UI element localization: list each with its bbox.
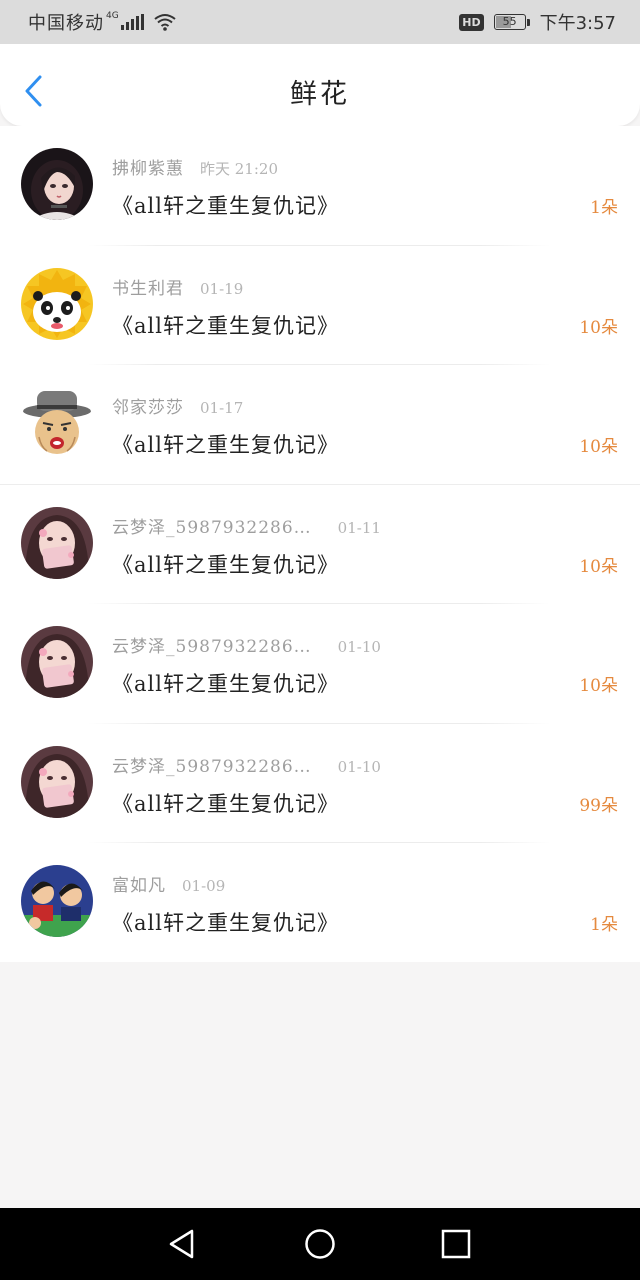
username[interactable]: 云梦泽_5987932286… — [112, 637, 312, 657]
username[interactable]: 书生利君 — [112, 279, 184, 299]
avatar[interactable] — [21, 745, 93, 818]
avatar[interactable] — [21, 626, 93, 698]
username[interactable]: 云梦泽_5987932286… — [112, 757, 312, 777]
battery-icon: 55 — [493, 14, 530, 30]
list-item[interactable]: 云梦泽_5987932286… 01-10 《all轩之重生复仇记》 10朵 — [0, 604, 640, 724]
book-title[interactable]: 《all轩之重生复仇记》 — [112, 549, 339, 579]
avatar[interactable] — [21, 506, 93, 579]
flower-count: 10朵 — [579, 676, 618, 696]
entry-date: 昨天 21:20 — [200, 160, 278, 178]
flower-count: 10朵 — [579, 556, 618, 577]
book-title[interactable]: 《all轩之重生复仇记》 — [112, 310, 339, 340]
book-title[interactable]: 《all轩之重生复仇记》 — [112, 668, 339, 698]
book-title[interactable]: 《all轩之重生复仇记》 — [112, 907, 339, 937]
book-title[interactable]: 《all轩之重生复仇记》 — [112, 429, 339, 459]
entry-date: 01-19 — [200, 279, 244, 298]
book-title[interactable]: 《all轩之重生复仇记》 — [112, 788, 339, 818]
entry-date: 01-10 — [337, 638, 381, 656]
list-item[interactable]: 书生利君 01-19 《all轩之重生复仇记》 10朵 — [0, 246, 640, 365]
nav-home-icon[interactable] — [303, 1227, 337, 1261]
list-item[interactable]: 邻家莎莎 01-17 《all轩之重生复仇记》 10朵 — [0, 365, 640, 485]
page-title: 鲜花 — [290, 79, 350, 110]
flower-count: 1朵 — [590, 198, 618, 218]
list-item[interactable]: 拂柳紫蕙 昨天 21:20 《all轩之重生复仇记》 1朵 — [0, 126, 640, 246]
flower-count: 1朵 — [590, 915, 618, 935]
avatar[interactable] — [21, 387, 93, 459]
book-title[interactable]: 《all轩之重生复仇记》 — [112, 190, 339, 220]
username[interactable]: 拂柳紫蕙 — [112, 159, 184, 179]
header: 鲜花 — [0, 44, 640, 126]
battery-level: 55 — [502, 15, 517, 28]
list-item[interactable]: 云梦泽_5987932286… 01-10 《all轩之重生复仇记》 99朵 — [0, 724, 640, 843]
avatar[interactable] — [21, 148, 93, 220]
network-type: 4G — [106, 11, 119, 21]
entry-date: 01-17 — [200, 399, 244, 417]
username[interactable]: 云梦泽_5987932286… — [112, 518, 312, 538]
flower-count: 99朵 — [579, 795, 618, 816]
list-item[interactable]: 云梦泽_5987932286… 01-11 《all轩之重生复仇记》 10朵 — [0, 485, 640, 604]
entry-date: 01-11 — [337, 518, 381, 537]
hd-badge: HD — [459, 13, 484, 31]
wifi-icon — [154, 14, 176, 31]
avatar[interactable] — [21, 267, 93, 340]
flower-count: 10朵 — [579, 317, 618, 338]
username[interactable]: 邻家莎莎 — [112, 398, 184, 418]
carrier-name: 中国移动 — [28, 13, 104, 34]
avatar[interactable] — [21, 865, 93, 937]
entry-date: 01-10 — [337, 757, 381, 776]
flower-list: 拂柳紫蕙 昨天 21:20 《all轩之重生复仇记》 1朵 书生利君 01-19 《… — [0, 126, 640, 962]
status-bar: 中国移动 4G HD 55 下午3:57 — [0, 0, 640, 44]
status-time: 下午3:57 — [539, 13, 616, 34]
system-navigation-bar — [0, 1208, 640, 1280]
nav-recents-icon[interactable] — [439, 1227, 473, 1261]
nav-back-icon[interactable] — [165, 1227, 199, 1261]
flower-count: 10朵 — [579, 437, 618, 457]
signal-icon — [120, 14, 144, 30]
username[interactable]: 富如凡 — [112, 876, 166, 896]
entry-date: 01-09 — [182, 877, 226, 895]
list-item[interactable]: 富如凡 01-09 《all轩之重生复仇记》 1朵 — [0, 843, 640, 963]
